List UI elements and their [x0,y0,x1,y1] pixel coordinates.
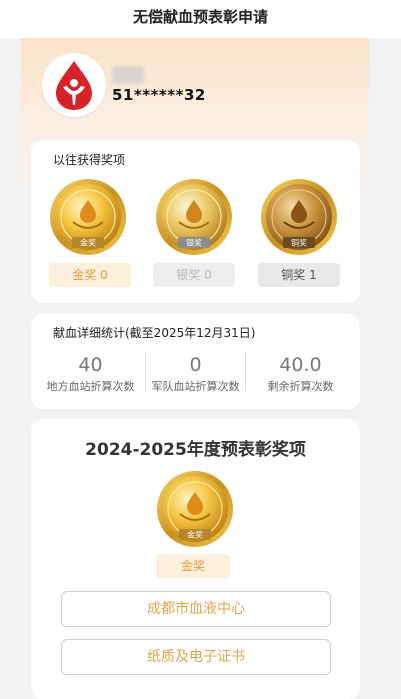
blood-donation-logo-icon [42,53,106,117]
blood-center-button[interactable]: 成都市血液中心 [61,591,331,627]
stat-military-value: 0 [189,354,202,376]
silver-ribbon-text: 银奖 [186,238,202,248]
user-name-blurred [112,66,144,84]
gold-medal-icon: 金奖 [50,179,126,255]
current-award-label: 金奖 [156,554,230,578]
stat-military-label: 军队血站折算次数 [151,380,240,393]
gold-medal-icon: 金奖 [157,471,233,547]
current-award-title: 2024-2025年度预表彰奖项 [85,440,306,460]
stat-divider [245,351,246,391]
silver-award-count: 银奖 0 [153,263,235,287]
current-award-card: 2024-2025年度预表彰奖项 金奖 金奖 成都市血液中心 纸质及电子证书 [31,419,360,699]
stat-military: 0 军队血站折算次数 [144,354,247,394]
past-awards-card: 以往获得奖项 金奖 金奖 0 银奖 银奖 0 铜奖 铜奖 1 [31,140,360,303]
stat-remaining: 40.0 剩余折算次数 [249,354,352,394]
stat-remaining-value: 40.0 [279,354,322,376]
bronze-medal-icon: 铜奖 [261,179,337,255]
stat-local-value: 40 [78,354,103,376]
gold-ribbon-text: 金奖 [80,238,96,248]
top-bar: 无偿献血预表彰申请 [0,0,401,38]
past-awards-title: 以往获得奖项 [53,153,126,167]
stat-remaining-label: 剩余折算次数 [267,380,334,393]
certificate-type-button[interactable]: 纸质及电子证书 [61,639,331,675]
donation-stats-card: 献血详细统计(截至2025年12月31日) 40 地方血站折算次数 0 军队血站… [31,314,360,409]
current-ribbon-text: 金奖 [187,530,203,540]
stat-local: 40 地方血站折算次数 [39,354,142,394]
stats-title: 献血详细统计(截至2025年12月31日) [53,326,256,340]
stat-local-label: 地方血站折算次数 [46,380,135,393]
bronze-ribbon-text: 铜奖 [291,238,307,248]
page-title: 无偿献血预表彰申请 [132,8,268,26]
silver-medal-icon: 银奖 [156,179,232,255]
gold-award-count: 金奖 0 [49,263,131,287]
bronze-award-count: 铜奖 1 [258,263,340,287]
user-id: 51******32 [112,86,206,104]
